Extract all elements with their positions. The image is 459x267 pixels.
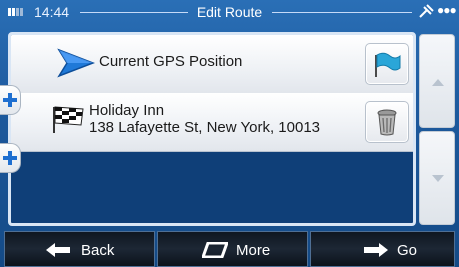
checkered-flag-icon xyxy=(53,106,84,133)
arrow-left-icon xyxy=(46,243,70,257)
flag-icon xyxy=(375,52,401,77)
more-button[interactable]: More xyxy=(157,231,308,267)
trash-icon xyxy=(377,109,397,136)
divider xyxy=(272,12,412,13)
back-label: Back xyxy=(81,242,115,259)
scroll-down-button[interactable] xyxy=(419,131,455,225)
plus-icon xyxy=(3,151,17,165)
insert-waypoint-button[interactable] xyxy=(0,143,21,173)
insert-waypoint-button[interactable] xyxy=(0,85,21,115)
scroll-up-button[interactable] xyxy=(419,34,455,128)
go-button[interactable]: Go xyxy=(310,231,455,267)
gps-arrow-icon xyxy=(57,48,95,78)
waypoint-address: 138 Lafayette St, New York, 10013 xyxy=(89,119,320,136)
set-destination-button[interactable] xyxy=(365,43,409,85)
status-bar: 14:44 Edit Route ●●● xyxy=(0,0,459,24)
waypoint-name: Holiday Inn xyxy=(89,102,165,119)
chevron-up-icon xyxy=(432,79,444,86)
list-item[interactable]: Holiday Inn 138 Lafayette St, New York, … xyxy=(11,93,413,152)
plus-icon xyxy=(3,93,17,107)
menu-dots-icon[interactable]: ●●● xyxy=(437,3,457,17)
back-button[interactable]: Back xyxy=(4,231,155,267)
satellite-icon xyxy=(419,4,434,18)
arrow-right-icon xyxy=(364,243,388,257)
chevron-down-icon xyxy=(432,175,444,182)
more-label: More xyxy=(236,242,271,259)
go-label: Go xyxy=(397,242,418,259)
list-item[interactable]: Current GPS Position xyxy=(11,35,413,94)
route-list: Current GPS Position Holiday Inn 138 Laf… xyxy=(8,32,416,226)
more-icon xyxy=(202,242,228,258)
route-point-label: Current GPS Position xyxy=(99,53,243,70)
bottom-toolbar: Back More Go xyxy=(0,231,459,267)
delete-waypoint-button[interactable] xyxy=(365,101,409,143)
